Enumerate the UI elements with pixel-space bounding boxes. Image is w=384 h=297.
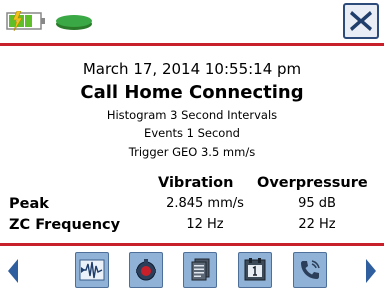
peak-overpressure-value: 95 dB	[298, 196, 336, 211]
call-status: Call Home Connecting	[80, 82, 304, 103]
vibration-header: Vibration	[158, 175, 234, 191]
battery-icon	[6, 11, 45, 31]
events-setting: Events 1 Second	[144, 126, 240, 140]
close-x-icon	[350, 11, 372, 31]
zc-overpressure-value: 22 Hz	[298, 217, 336, 232]
peak-vibration-value: 2.845 mm/s	[166, 196, 244, 211]
histogram-setting: Histogram 3 Second Intervals	[106, 108, 278, 122]
status-bar	[0, 0, 384, 42]
waveform-button[interactable]	[75, 252, 109, 288]
zc-frequency-label: ZC Frequency	[9, 217, 121, 233]
calendar-button[interactable]	[238, 252, 272, 288]
arrow-left-icon[interactable]	[6, 258, 20, 284]
documents-button[interactable]	[183, 252, 217, 288]
overpressure-header: Overpressure	[257, 175, 368, 191]
zc-vibration-value: 12 Hz	[186, 217, 224, 232]
calendar-icon	[244, 258, 266, 281]
close-button[interactable]	[343, 3, 379, 39]
call-home-button[interactable]	[293, 252, 327, 288]
arrow-right-icon[interactable]	[364, 258, 378, 284]
bottom-toolbar	[0, 246, 384, 297]
screen: March 17, 2014 10:55:14 pm Call Home Con…	[0, 0, 384, 297]
green-disc-icon	[56, 15, 92, 30]
documents-icon	[191, 258, 210, 281]
peak-label: Peak	[9, 196, 49, 212]
phone-icon	[301, 260, 320, 279]
waveform-icon	[79, 259, 105, 281]
sensor-button[interactable]	[129, 252, 163, 288]
sensor-icon	[136, 259, 156, 281]
trigger-setting: Trigger GEO 3.5 mm/s	[128, 145, 256, 159]
event-panel: March 17, 2014 10:55:14 pm Call Home Con…	[0, 46, 384, 244]
event-datetime: March 17, 2014 10:55:14 pm	[82, 60, 302, 78]
